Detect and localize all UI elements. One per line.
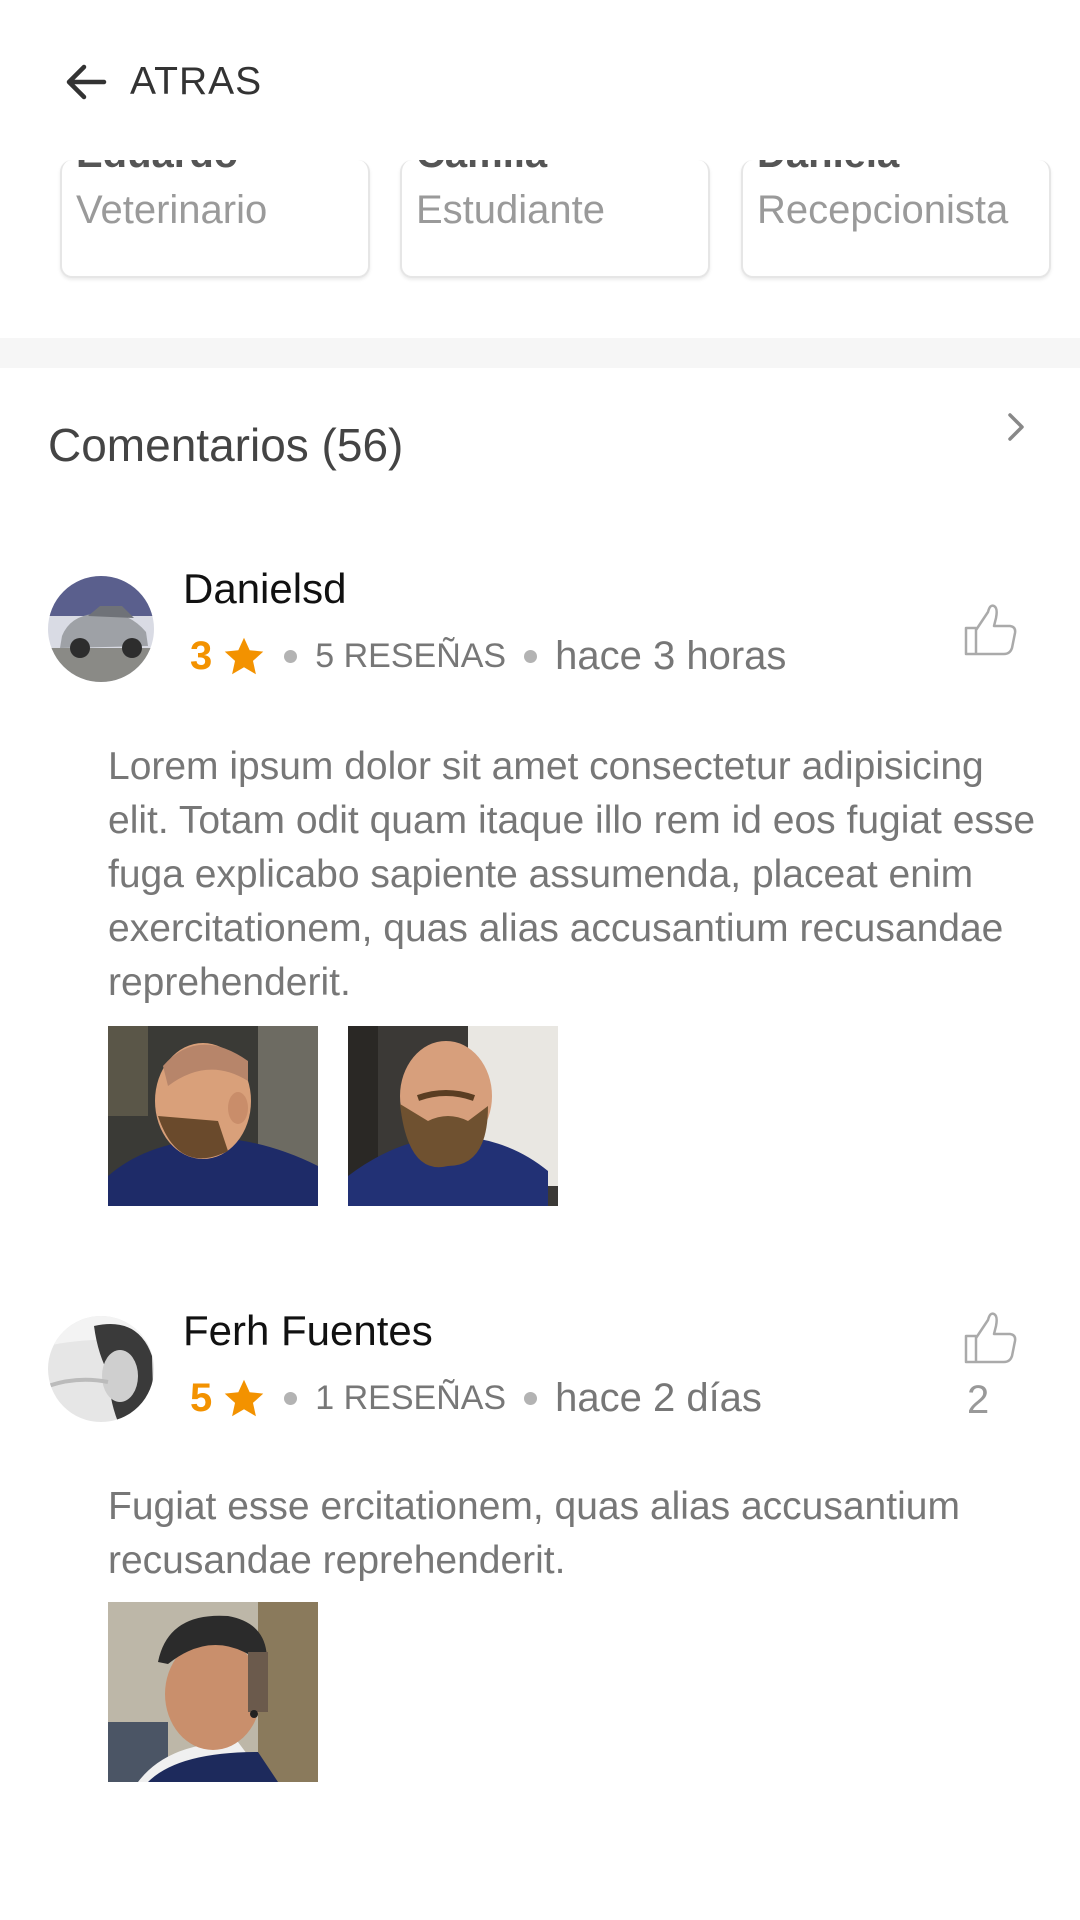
staff-role: Estudiante xyxy=(416,188,606,232)
separator-dot xyxy=(284,650,298,663)
staff-name: Daniela xyxy=(757,160,899,177)
review-meta: 5 1 RESEÑAS hace 2 días xyxy=(190,1376,762,1421)
chevron-right-icon[interactable] xyxy=(998,409,1034,445)
avatar xyxy=(48,1316,154,1422)
review-photo[interactable] xyxy=(348,1026,558,1206)
rating-value: 3 xyxy=(190,634,213,678)
review-count: 5 RESEÑAS xyxy=(315,637,507,675)
thumbs-up-icon[interactable] xyxy=(960,1306,1020,1368)
review-time: hace 3 horas xyxy=(555,634,787,678)
separator-dot xyxy=(524,1392,538,1405)
staff-name: Eduardo xyxy=(76,160,238,177)
review-time: hace 2 días xyxy=(555,1376,762,1420)
avatar xyxy=(48,576,154,682)
reviewer-name: Ferh Fuentes xyxy=(183,1307,433,1354)
screen: Eduardo Veterinario Camila Estudiante Da… xyxy=(0,0,1080,1920)
top-bar: ATRAS xyxy=(0,0,1080,160)
comments-header[interactable]: Comentarios (56) xyxy=(48,410,1038,480)
separator-dot xyxy=(524,650,538,663)
staff-role: Recepcionista xyxy=(757,188,1009,232)
arrow-left-icon xyxy=(66,64,107,100)
review-text: Fugiat esse ercitationem, quas alias acc… xyxy=(108,1485,960,1582)
star-icon xyxy=(225,1379,264,1416)
staff-card[interactable]: Eduardo Veterinario xyxy=(60,160,370,278)
rating-value: 5 xyxy=(190,1376,213,1420)
staff-card[interactable]: Camila Estudiante xyxy=(400,160,710,278)
back-label: ATRAS xyxy=(130,60,263,103)
review-count: 1 RESEÑAS xyxy=(315,1379,507,1417)
staff-name: Camila xyxy=(416,160,547,177)
separator-dot xyxy=(284,1392,298,1405)
back-button[interactable]: ATRAS xyxy=(60,52,262,112)
review-photo[interactable] xyxy=(108,1026,318,1206)
staff-role: Veterinario xyxy=(76,188,268,232)
review-meta: 3 5 RESEÑAS hace 3 horas xyxy=(190,634,786,679)
review-text: Lorem ipsum dolor sit amet consectetur a… xyxy=(108,745,1036,1004)
thumbs-up-icon[interactable] xyxy=(960,598,1020,660)
comments-title: Comentarios (56) xyxy=(48,419,404,471)
review-photo[interactable] xyxy=(108,1602,318,1782)
like-count: 2 xyxy=(967,1378,990,1422)
section-divider xyxy=(0,338,1080,368)
star-icon xyxy=(225,637,264,674)
reviewer-name: Danielsd xyxy=(183,565,347,612)
staff-card[interactable]: Daniela Recepcionista xyxy=(741,160,1051,278)
